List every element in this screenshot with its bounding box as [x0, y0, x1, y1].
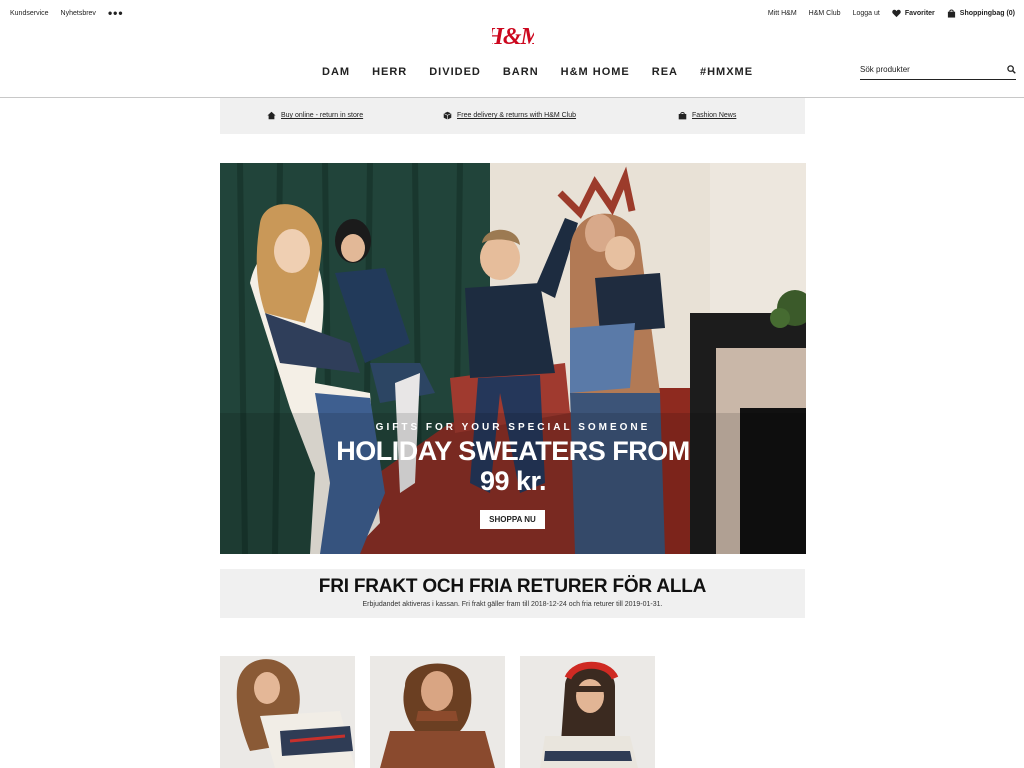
home-icon — [267, 111, 276, 120]
free-delivery-link[interactable]: Free delivery & returns with H&M Club — [443, 111, 576, 120]
shop-now-button[interactable]: SHOPPA NU — [480, 510, 545, 529]
favorites-label: Favoriter — [904, 10, 935, 17]
nav-item-dam[interactable]: DAM — [322, 66, 350, 78]
shopping-bag-label: Shoppingbag (0) — [959, 10, 1015, 17]
product-image-hoodie-woman — [370, 656, 505, 768]
promo-subtitle: Erbjudandet aktiveras i kassan. Fri frak… — [362, 601, 663, 608]
info-item-label: Free delivery & returns with H&M Club — [457, 112, 577, 119]
info-item-label: Buy online - return in store — [281, 112, 364, 119]
favorites-link[interactable]: Favoriter — [892, 9, 935, 18]
customer-service-link[interactable]: Kundservice — [10, 10, 49, 17]
shopping-bag-icon — [947, 9, 955, 18]
product-image-sweater-girl — [520, 656, 655, 768]
product-tile-1[interactable] — [220, 656, 355, 768]
hero-title-line-1: HOLIDAY SWEATERS FROM — [336, 436, 690, 466]
search-icon[interactable] — [1007, 65, 1016, 74]
utility-links-right: Mitt H&M H&M Club Logga ut Favoriter Sho… — [768, 9, 1015, 18]
bag-icon — [678, 111, 687, 120]
info-item-label: Fashion News — [692, 112, 737, 119]
hero-title: HOLIDAY SWEATERS FROM 99 kr. — [220, 436, 806, 496]
newsletter-link[interactable]: Nyhetsbrev — [61, 10, 96, 17]
nav-item-barn[interactable]: BARN — [503, 66, 539, 78]
product-image-sweater-woman — [220, 656, 355, 768]
product-tile-3[interactable] — [520, 656, 655, 768]
nav-item-divided[interactable]: DIVIDED — [429, 66, 481, 78]
logout-link[interactable]: Logga ut — [853, 10, 880, 17]
my-hm-link[interactable]: Mitt H&M — [768, 10, 797, 17]
nav-item-rea[interactable]: REA — [652, 66, 678, 78]
hm-logo[interactable]: H&M — [492, 20, 534, 50]
hero-title-line-2: 99 kr. — [479, 466, 547, 496]
hero-kicker: GIFTS FOR YOUR SPECIAL SOMEONE — [375, 422, 651, 433]
hero-banner[interactable]: GIFTS FOR YOUR SPECIAL SOMEONE HOLIDAY S… — [220, 163, 806, 554]
product-tile-2[interactable] — [370, 656, 505, 768]
search-input[interactable] — [860, 65, 990, 74]
svg-text:H&M: H&M — [492, 24, 534, 50]
main-navigation: DAM HERR DIVIDED BARN H&M HOME REA #HMXM… — [322, 66, 753, 78]
fashion-news-link[interactable]: Fashion News — [678, 111, 736, 120]
free-shipping-promo[interactable]: FRI FRAKT OCH FRIA RETURER FÖR ALLA Erbj… — [220, 569, 805, 618]
nav-item-herr[interactable]: HERR — [372, 66, 407, 78]
nav-item-hm-home[interactable]: H&M HOME — [561, 66, 630, 78]
buy-online-return-in-store-link[interactable]: Buy online - return in store — [267, 111, 363, 120]
utility-links-left: Kundservice Nyhetsbrev ••• — [10, 7, 124, 19]
search-box — [860, 60, 1016, 80]
shopping-bag-link[interactable]: Shoppingbag (0) — [947, 9, 1015, 18]
heart-icon — [892, 9, 901, 18]
service-info-strip: Buy online - return in store Free delive… — [220, 98, 805, 134]
more-options-icon[interactable]: ••• — [108, 7, 124, 19]
hm-club-link[interactable]: H&M Club — [809, 10, 841, 17]
nav-item-hmxme[interactable]: #HMXME — [700, 66, 753, 78]
promo-title: FRI FRAKT OCH FRIA RETURER FÖR ALLA — [318, 576, 707, 597]
box-icon — [443, 111, 452, 120]
